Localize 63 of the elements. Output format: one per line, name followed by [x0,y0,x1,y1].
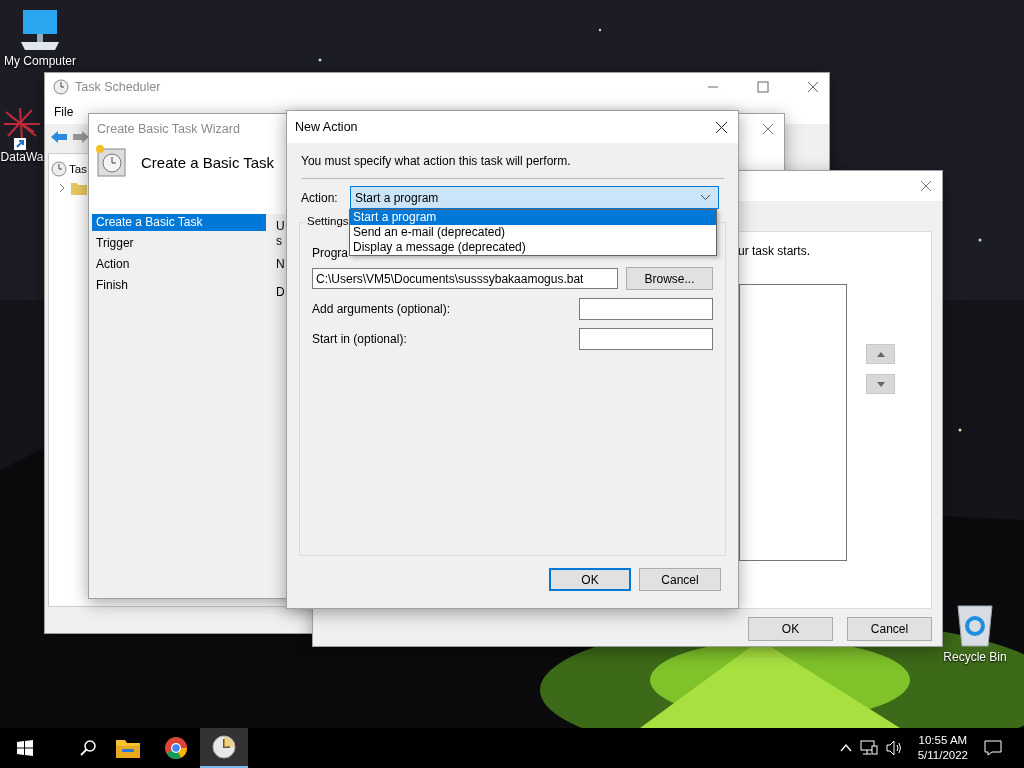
browse-button[interactable]: Browse... [626,267,713,290]
instruction-text: You must specify what action this task will perform. [301,153,572,169]
caret-icon [701,195,710,200]
desktop-icon-label[interactable]: My Computer [4,54,76,68]
dialog-button[interactable]: Cancel [639,568,721,591]
wizard-step[interactable]: Finish [92,277,266,294]
wizard-step[interactable]: Create a Basic Task [92,214,266,231]
tree-item[interactable]: Tas [69,162,87,175]
windows-logo-icon[interactable] [17,740,33,756]
chevron-up-icon[interactable] [839,744,852,752]
clock-icon [51,160,67,177]
dropdown-option[interactable]: Display a message (deprecated) [350,240,716,255]
down-arrow-icon [876,381,885,387]
menu-item[interactable]: File [54,105,74,119]
action-label: Action: [301,190,339,205]
action-dropdown[interactable]: Start a program [350,186,719,209]
description-text: N [276,257,285,271]
notification-icon[interactable] [984,740,1002,756]
speaker-icon[interactable] [885,740,904,756]
program-field[interactable]: C:\Users\VM5\Documents\susssybakaamogus.bat [312,268,618,289]
description-text: D [276,285,285,299]
window-title: New Action [295,120,358,134]
network-icon[interactable] [859,740,878,756]
desktop-icon-label[interactable]: Recycle Bin [943,650,1007,664]
dialog-button[interactable]: OK [748,617,833,641]
recycle-bin-icon[interactable] [955,602,995,648]
action-list[interactable] [739,284,847,561]
folder-icon [116,738,140,758]
clock-date[interactable]: 5/11/2022 [917,748,968,763]
maximize-icon[interactable] [757,80,769,93]
forward-arrow-icon[interactable] [72,130,90,144]
dialog-button[interactable]: OK [549,568,631,591]
description-text: s [276,234,282,248]
clock-time[interactable]: 10:55 AM [918,733,968,748]
instruction-text: ur task starts. [738,244,811,258]
wizard-heading: Create a Basic Task [141,154,275,171]
folder-icon [71,180,87,195]
group-label: Settings [306,215,350,227]
field-label: Progra [312,245,350,261]
clock-icon [53,78,69,95]
clock-icon [212,735,236,759]
dropdown-option[interactable]: Send an e-mail (deprecated) [350,225,716,240]
field-label: Add arguments (optional): [312,302,451,316]
up-arrow-icon [876,351,885,357]
move-down-button[interactable] [866,374,895,394]
desktop-icon-label[interactable]: DataWa [0,150,44,164]
close-icon[interactable] [715,120,728,134]
description-text: U [276,219,285,233]
chevron-icon[interactable] [59,182,65,193]
window-title: Create Basic Task Wizard [97,122,240,136]
dialog-button[interactable]: Cancel [847,617,932,641]
dropdown-option[interactable]: Start a program [350,210,716,225]
browser-icon [164,736,188,760]
window-title: Task Scheduler [75,79,161,94]
taskbar-app-button[interactable] [200,728,248,768]
field-label: Start in (optional): [312,332,407,346]
search-icon[interactable] [80,740,96,756]
back-arrow-icon[interactable] [50,130,68,144]
move-up-button[interactable] [866,344,895,364]
wizard-step[interactable]: Trigger [92,235,266,252]
input-field[interactable] [579,328,713,350]
input-field[interactable] [579,298,713,320]
wizard-step[interactable]: Action [92,256,266,273]
